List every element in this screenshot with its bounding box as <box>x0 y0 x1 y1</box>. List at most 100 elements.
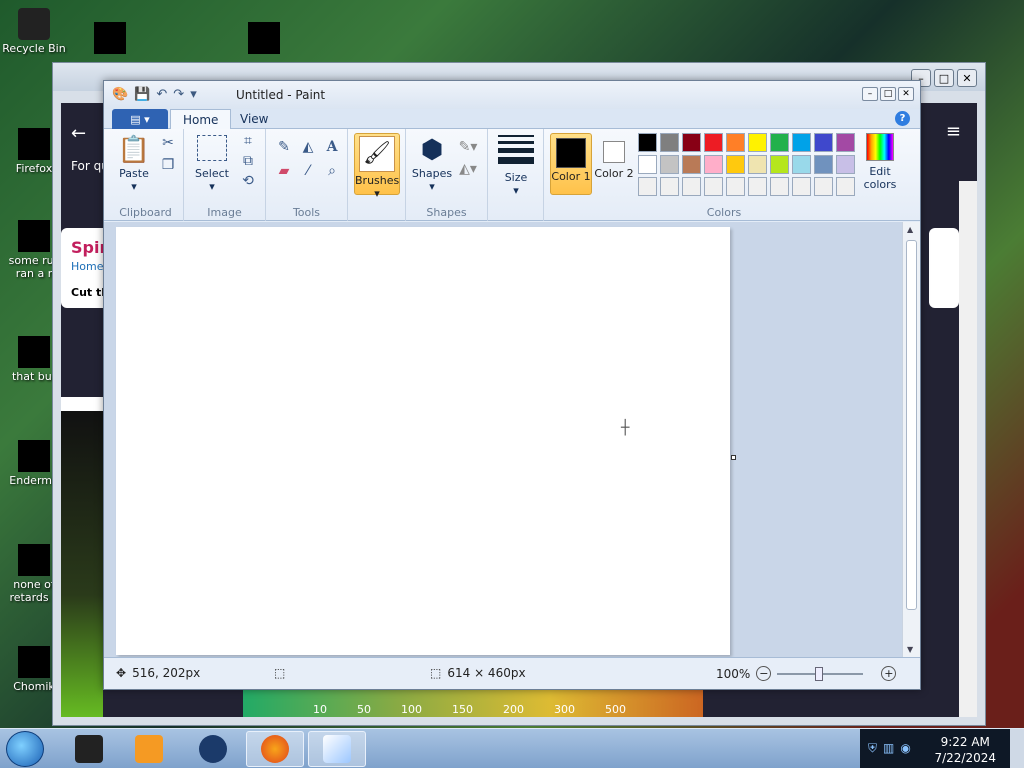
tab-home[interactable]: Home <box>170 109 232 130</box>
brushes-button[interactable]: 🖌 Brushes ▾ <box>354 133 400 200</box>
blacked-out-icon <box>18 646 50 678</box>
palette-swatch[interactable] <box>792 155 811 174</box>
zoom-in-button[interactable]: + <box>881 666 897 681</box>
palette-swatch[interactable] <box>704 133 723 152</box>
palette-swatch[interactable] <box>660 133 679 152</box>
customize-toolbar-icon[interactable]: ▾ <box>190 87 197 102</box>
clock[interactable]: 9:22 AM 7/22/2024 <box>934 734 996 766</box>
magnifier-icon[interactable]: ⌕ <box>322 161 342 181</box>
drawing-canvas[interactable] <box>116 227 730 655</box>
taskbar-media-player[interactable] <box>120 731 178 767</box>
scroll-up-arrow-icon[interactable]: ▲ <box>907 225 913 234</box>
size-button[interactable]: Size ▾ <box>494 135 538 197</box>
resize-icon[interactable]: ⧉ <box>238 151 258 171</box>
palette-swatch[interactable] <box>748 133 767 152</box>
home-link[interactable]: Home <box>71 260 103 273</box>
back-arrow-icon[interactable]: ← <box>71 123 86 144</box>
select-rectangle-icon <box>197 135 227 161</box>
network-icon[interactable]: ▥ <box>883 741 894 756</box>
maximize-button[interactable]: □ <box>934 69 954 87</box>
palette-swatch[interactable] <box>638 133 657 152</box>
start-button[interactable] <box>6 731 44 767</box>
select-button[interactable]: Select ▾ <box>190 133 234 193</box>
color1-button[interactable]: Color 1 <box>550 133 592 195</box>
show-desktop-button[interactable] <box>1010 729 1024 768</box>
palette-swatch[interactable] <box>792 177 811 196</box>
undo-icon[interactable]: ↶ <box>156 87 167 102</box>
palette-swatch[interactable] <box>638 155 657 174</box>
paint-window[interactable]: 🎨 💾 ↶ ↷ ▾ Untitled - Paint – □ ✕ ▤ ▾ Hom… <box>103 80 921 690</box>
close-button[interactable]: ✕ <box>898 87 914 101</box>
hamburger-menu-icon[interactable]: ≡ <box>946 121 961 142</box>
palette-swatch[interactable] <box>704 177 723 196</box>
shapes-button[interactable]: ⬢ Shapes ▾ <box>410 133 454 193</box>
rotate-icon[interactable]: ⟲ <box>238 171 258 191</box>
palette-swatch[interactable] <box>638 177 657 196</box>
pencil-icon[interactable]: ✎ <box>274 137 294 157</box>
copy-icon[interactable]: ❐ <box>158 155 178 175</box>
line-width-icon <box>498 135 534 167</box>
help-icon[interactable]: ? <box>895 111 910 126</box>
palette-swatch[interactable] <box>836 155 855 174</box>
redo-icon[interactable]: ↷ <box>173 87 184 102</box>
crop-icon[interactable]: ⌗ <box>238 131 258 151</box>
palette-swatch[interactable] <box>748 155 767 174</box>
palette-swatch[interactable] <box>660 177 679 196</box>
palette-swatch[interactable] <box>726 133 745 152</box>
paint-menu-button[interactable]: ▤ ▾ <box>112 109 168 129</box>
tab-view[interactable]: View <box>228 109 280 130</box>
minimize-button[interactable]: – <box>862 87 878 101</box>
taskbar-paint[interactable] <box>308 731 366 767</box>
scroll-down-arrow-icon[interactable]: ▼ <box>907 645 913 654</box>
text-tool-icon[interactable]: A <box>322 137 342 157</box>
zoom-slider-thumb[interactable] <box>815 666 824 681</box>
palette-swatch[interactable] <box>836 133 855 152</box>
close-button[interactable]: ✕ <box>957 69 977 87</box>
browser-scrollbar[interactable] <box>959 181 977 717</box>
color2-button[interactable]: Color 2 <box>594 133 634 195</box>
clipboard-group: 📋 Paste ▾ ✂ ❐ Clipboard <box>108 129 184 221</box>
volume-icon[interactable]: ◉ <box>900 741 910 756</box>
palette-swatch[interactable] <box>660 155 679 174</box>
save-icon[interactable]: 💾 <box>134 87 150 102</box>
palette-swatch[interactable] <box>682 177 701 196</box>
palette-swatch[interactable] <box>814 177 833 196</box>
palette-swatch[interactable] <box>682 133 701 152</box>
canvas-resize-handle[interactable] <box>731 455 736 460</box>
palette-swatch[interactable] <box>814 155 833 174</box>
size-group: Size ▾ <box>488 129 544 221</box>
zoom-out-button[interactable]: − <box>756 666 772 681</box>
palette-swatch[interactable] <box>770 155 789 174</box>
cut-icon[interactable]: ✂ <box>158 133 178 153</box>
palette-swatch[interactable] <box>770 133 789 152</box>
paint-titlebar[interactable]: 🎨 💾 ↶ ↷ ▾ Untitled - Paint – □ ✕ <box>104 81 920 109</box>
zoom-slider[interactable] <box>777 666 864 681</box>
palette-swatch[interactable] <box>726 177 745 196</box>
palette-swatch[interactable] <box>792 133 811 152</box>
eraser-icon[interactable]: ▰ <box>274 161 294 181</box>
palette-swatch[interactable] <box>814 133 833 152</box>
palette-swatch[interactable] <box>682 155 701 174</box>
paste-button[interactable]: 📋 Paste ▾ <box>114 133 154 193</box>
scroll-thumb[interactable] <box>906 240 917 610</box>
palette-swatch[interactable] <box>836 177 855 196</box>
palette-swatch[interactable] <box>770 177 789 196</box>
shield-icon[interactable]: ⛨ <box>868 741 877 756</box>
outline-icon[interactable]: ✎▾ <box>458 137 478 157</box>
taskbar-app[interactable] <box>184 731 242 767</box>
maximize-button[interactable]: □ <box>880 87 896 101</box>
color-picker-icon[interactable]: ⁄ <box>298 161 318 181</box>
edit-colors-button[interactable]: Edit colors <box>862 133 898 191</box>
canvas-scrollbar[interactable]: ▲ ▼ <box>902 222 920 657</box>
desktop-icon-blacked[interactable] <box>248 22 280 54</box>
palette-swatch[interactable] <box>748 177 767 196</box>
palette-swatch[interactable] <box>726 155 745 174</box>
taskbar-app[interactable] <box>60 731 118 767</box>
palette-swatch[interactable] <box>704 155 723 174</box>
tray-icons: ⛨ ▥ ◉ <box>868 741 911 756</box>
desktop-icon-blacked[interactable] <box>94 22 126 54</box>
taskbar-firefox[interactable] <box>246 731 304 767</box>
fill-bucket-icon[interactable]: ◭ <box>298 137 318 157</box>
fill-icon[interactable]: ◭▾ <box>458 159 478 179</box>
desktop-icon-recycle-bin[interactable]: Recycle Bin <box>2 8 66 55</box>
